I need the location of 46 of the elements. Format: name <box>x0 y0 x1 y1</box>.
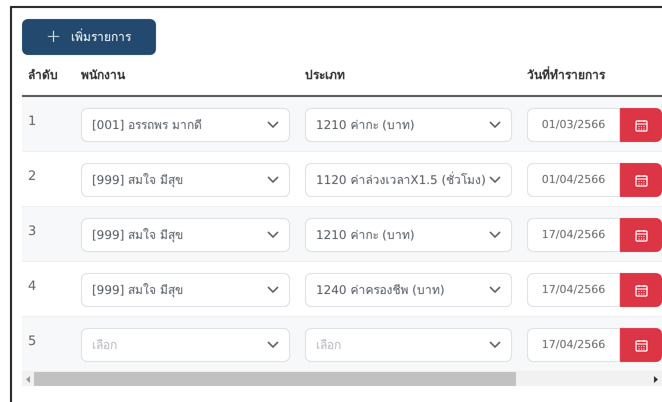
date-field[interactable]: 17/04/2566 <box>527 218 620 252</box>
row-number: 5 <box>28 334 36 349</box>
chevron-down-icon <box>267 286 279 294</box>
horizontal-scrollbar[interactable] <box>22 372 662 386</box>
calendar-button[interactable] <box>620 163 662 197</box>
calendar-button[interactable] <box>620 218 662 252</box>
type-select[interactable]: 1240 ค่าครองชีพ (บาท) <box>305 273 512 307</box>
chevron-down-icon <box>489 231 501 239</box>
calendar-button[interactable] <box>620 108 662 142</box>
chevron-down-icon <box>267 121 279 129</box>
type-select[interactable]: 1120 ค่าล่วงเวลาX1.5 (ชั่วโมง) <box>305 163 512 197</box>
column-header: พนักงาน <box>81 67 126 84</box>
column-header: ลำดับ <box>27 67 59 84</box>
calendar-icon <box>634 174 648 186</box>
add-button[interactable]: + เพิ่มรายการ <box>22 19 156 55</box>
chevron-down-icon <box>489 176 501 184</box>
chevron-down-icon <box>489 341 501 349</box>
calendar-icon <box>634 118 648 132</box>
column-header: วันที่ทำรายการ <box>527 66 605 84</box>
employee-select[interactable]: [999] สมใจ มีสุข <box>81 218 290 252</box>
calendar-button[interactable] <box>620 328 662 362</box>
calendar-icon <box>634 338 648 352</box>
row-number: 3 <box>28 224 36 239</box>
date-field[interactable]: 01/03/2566 <box>527 108 620 142</box>
calendar-icon <box>634 284 648 296</box>
calendar-icon <box>634 228 648 242</box>
chevron-down-icon <box>489 286 501 294</box>
scroll-right-icon[interactable] <box>654 376 658 382</box>
type-select[interactable]: 1210 ค่ากะ (บาท) <box>305 108 512 142</box>
chevron-down-icon <box>267 341 279 349</box>
date-field[interactable]: 01/04/2566 <box>527 163 620 197</box>
row-number: 2 <box>28 169 36 184</box>
chevron-down-icon <box>267 231 279 239</box>
calendar-button[interactable] <box>620 273 662 307</box>
type-select[interactable]: 1210 ค่ากะ (บาท) <box>305 218 512 252</box>
date-field[interactable]: 17/04/2566 <box>527 273 620 307</box>
row-number: 4 <box>28 279 36 294</box>
scroll-left-icon[interactable] <box>26 376 30 382</box>
employee-select[interactable]: [999] สมใจ มีสุข <box>81 163 290 197</box>
employee-select[interactable]: [001] อรรถพร มากดี <box>81 108 290 142</box>
chevron-down-icon <box>489 121 501 129</box>
row-number: 1 <box>28 114 36 129</box>
column-header: ประเภท <box>305 67 346 84</box>
date-field[interactable]: 17/04/2566 <box>527 328 620 362</box>
employee-select[interactable]: [999] สมใจ มีสุข <box>81 273 290 307</box>
chevron-down-icon <box>267 176 279 184</box>
